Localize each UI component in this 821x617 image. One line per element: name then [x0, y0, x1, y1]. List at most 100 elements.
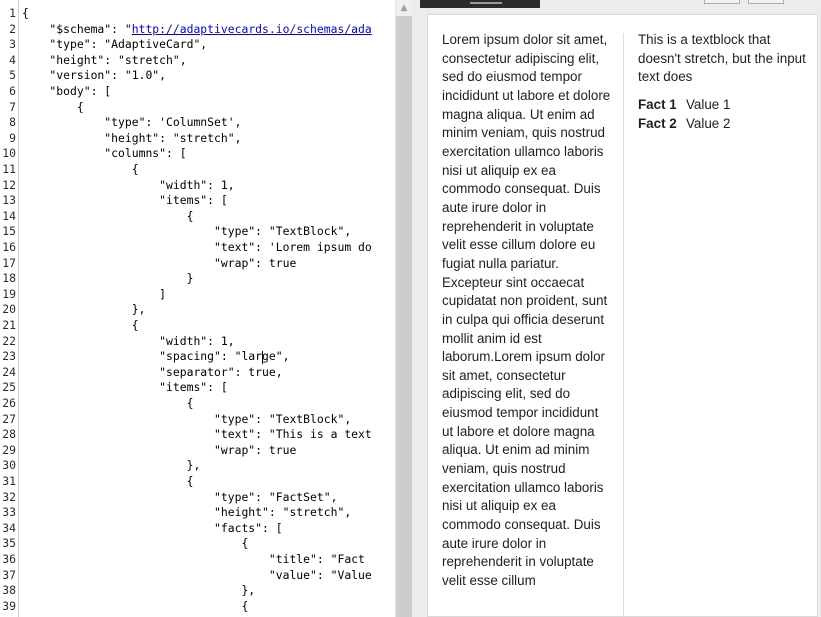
code-text: "height": "stretch",	[22, 130, 242, 145]
line-number: 9	[9, 130, 16, 145]
code-text: "height": "stretch",	[22, 52, 187, 67]
code-text: {	[22, 318, 139, 332]
factset: Fact 1 Value 1 Fact 2 Value 2	[638, 95, 808, 133]
code-text: "type": 'ColumnSet',	[22, 115, 242, 130]
line-number: 26	[2, 396, 16, 410]
code-text: },	[22, 302, 146, 317]
line-number: 13	[2, 193, 16, 208]
line-number: 17	[2, 255, 16, 270]
code-text: "width": 1,	[22, 177, 235, 192]
code-text: {	[22, 396, 194, 410]
line-number: 12	[2, 177, 16, 192]
code-text: "$schema": "http://adaptivecards.io/sche…	[22, 21, 372, 38]
code-text: {	[22, 162, 139, 176]
code-text: "columns": [	[22, 146, 187, 161]
fact-title: Fact 1	[638, 96, 677, 112]
fact-row: Fact 1 Value 1	[638, 95, 808, 114]
line-number: 1	[9, 6, 16, 20]
scrollbar-thumb[interactable]	[396, 16, 412, 617]
line-number: 11	[2, 162, 16, 176]
lorem-textblock: Lorem ipsum dolor sit amet, consectetur …	[442, 32, 611, 589]
editor-scrollbar[interactable]: ▲	[395, 0, 412, 617]
line-number: 32	[2, 489, 16, 504]
scroll-up-arrow-icon[interactable]: ▲	[396, 0, 412, 16]
line-number: 20	[2, 302, 16, 317]
line-number: 4	[9, 52, 16, 67]
line-number: 15	[2, 224, 16, 239]
code-text: {	[22, 474, 194, 488]
code-text: {	[22, 99, 84, 114]
fact-row: Fact 2 Value 2	[638, 114, 808, 133]
line-number: 19	[2, 286, 16, 301]
code-text: "spacing": "large",	[22, 349, 290, 364]
line-number: 36	[2, 552, 16, 566]
code-text: "wrap": true	[22, 442, 297, 457]
code-text: "value": "Value	[22, 567, 372, 582]
column-1: Lorem ipsum dolor sit amet, consectetur …	[442, 31, 612, 591]
line-number: 38	[2, 583, 16, 598]
line-number: 37	[2, 567, 16, 582]
code-text: }	[22, 271, 194, 286]
line-number: 18	[2, 271, 16, 286]
line-number: 28	[2, 427, 16, 442]
json-editor[interactable]: 1 {2 "$schema": "http://adaptivecards.io/…	[0, 0, 395, 617]
text-cursor	[262, 351, 263, 364]
line-number: 14	[2, 208, 16, 223]
code-text: "items": [	[22, 380, 228, 395]
line-number: 21	[2, 318, 16, 332]
code-text: "type": "AdaptiveCard",	[22, 37, 208, 52]
line-number: 7	[9, 99, 16, 114]
code-text: "separator": true,	[22, 364, 283, 379]
line-number: 30	[2, 458, 16, 473]
line-number: 22	[2, 333, 16, 348]
code-text: "text": 'Lorem ipsum do	[22, 240, 372, 254]
schema-link[interactable]: http://adaptivecards.io/schemas/ada	[132, 22, 372, 36]
preview-button-1[interactable]	[704, 0, 740, 4]
line-number: 23	[2, 349, 16, 364]
line-number: 27	[2, 411, 16, 426]
fact-value: Value 2	[686, 115, 731, 131]
code-text: {	[22, 6, 29, 20]
line-number: 29	[2, 442, 16, 457]
grip-icon	[470, 2, 502, 4]
column-separator	[623, 33, 624, 616]
line-number: 31	[2, 474, 16, 488]
line-number: 25	[2, 380, 16, 395]
line-number: 3	[9, 37, 16, 52]
column-2: This is a textblock that doesn't stretch…	[638, 31, 808, 133]
code-text: "width": 1,	[22, 333, 235, 348]
code-text: "type": "FactSet",	[22, 489, 338, 504]
code-text: "body": [	[22, 84, 112, 98]
preview-button-2[interactable]	[748, 0, 784, 4]
code-text: {	[22, 536, 249, 551]
code-text: "version": "1.0",	[22, 68, 167, 83]
stretch-textblock: This is a textblock that doesn't stretch…	[638, 32, 806, 85]
line-number: 6	[9, 84, 16, 98]
line-number: 16	[2, 240, 16, 254]
code-text: "height": "stretch",	[22, 505, 352, 520]
line-number: 2	[9, 21, 16, 36]
code-text: "type": "TextBlock",	[22, 411, 352, 426]
code-text: "items": [	[22, 193, 228, 208]
code-text: "type": "TextBlock",	[22, 224, 352, 239]
line-number: 5	[9, 68, 16, 83]
line-number: 34	[2, 520, 16, 535]
fact-title: Fact 2	[638, 115, 677, 131]
code-text: "facts": [	[22, 520, 283, 535]
code-text: "text": "This is a text	[22, 427, 372, 442]
code-text: },	[22, 583, 256, 598]
code-text: {	[22, 598, 249, 613]
adaptive-card-preview: Lorem ipsum dolor sit amet, consectetur …	[427, 14, 818, 617]
code-text-prefix: "$schema": "	[22, 21, 132, 36]
code-text: "title": "Fact	[22, 552, 372, 566]
code-text: "wrap": true	[22, 255, 297, 270]
line-number: 39	[2, 598, 16, 613]
line-number: 8	[9, 115, 16, 130]
fact-value: Value 1	[686, 96, 731, 112]
code-text: {	[22, 208, 194, 223]
line-number: 24	[2, 364, 16, 379]
code-text: },	[22, 458, 201, 473]
code-text: ]	[22, 286, 167, 301]
line-number: 10	[2, 146, 16, 161]
line-number: 35	[2, 536, 16, 551]
